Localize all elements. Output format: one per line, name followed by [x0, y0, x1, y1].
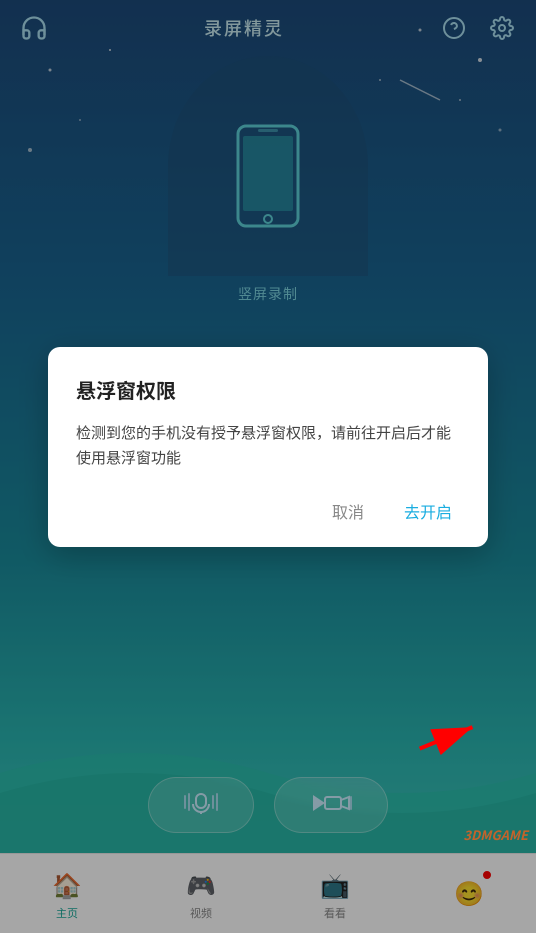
- dialog-body: 检测到您的手机没有授予悬浮窗权限，请前往开启后才能使用悬浮窗功能: [76, 420, 460, 471]
- dialog-actions: 取消 去开启: [76, 495, 460, 527]
- permission-dialog: 悬浮窗权限 检测到您的手机没有授予悬浮窗权限，请前往开启后才能使用悬浮窗功能 取…: [48, 347, 488, 547]
- watermark: 3DMGAME: [463, 821, 528, 845]
- cancel-button[interactable]: 取消: [324, 495, 372, 527]
- confirm-button[interactable]: 去开启: [396, 495, 460, 527]
- watermark-text: 3DMGAME: [463, 825, 528, 844]
- dialog-title: 悬浮窗权限: [76, 375, 460, 404]
